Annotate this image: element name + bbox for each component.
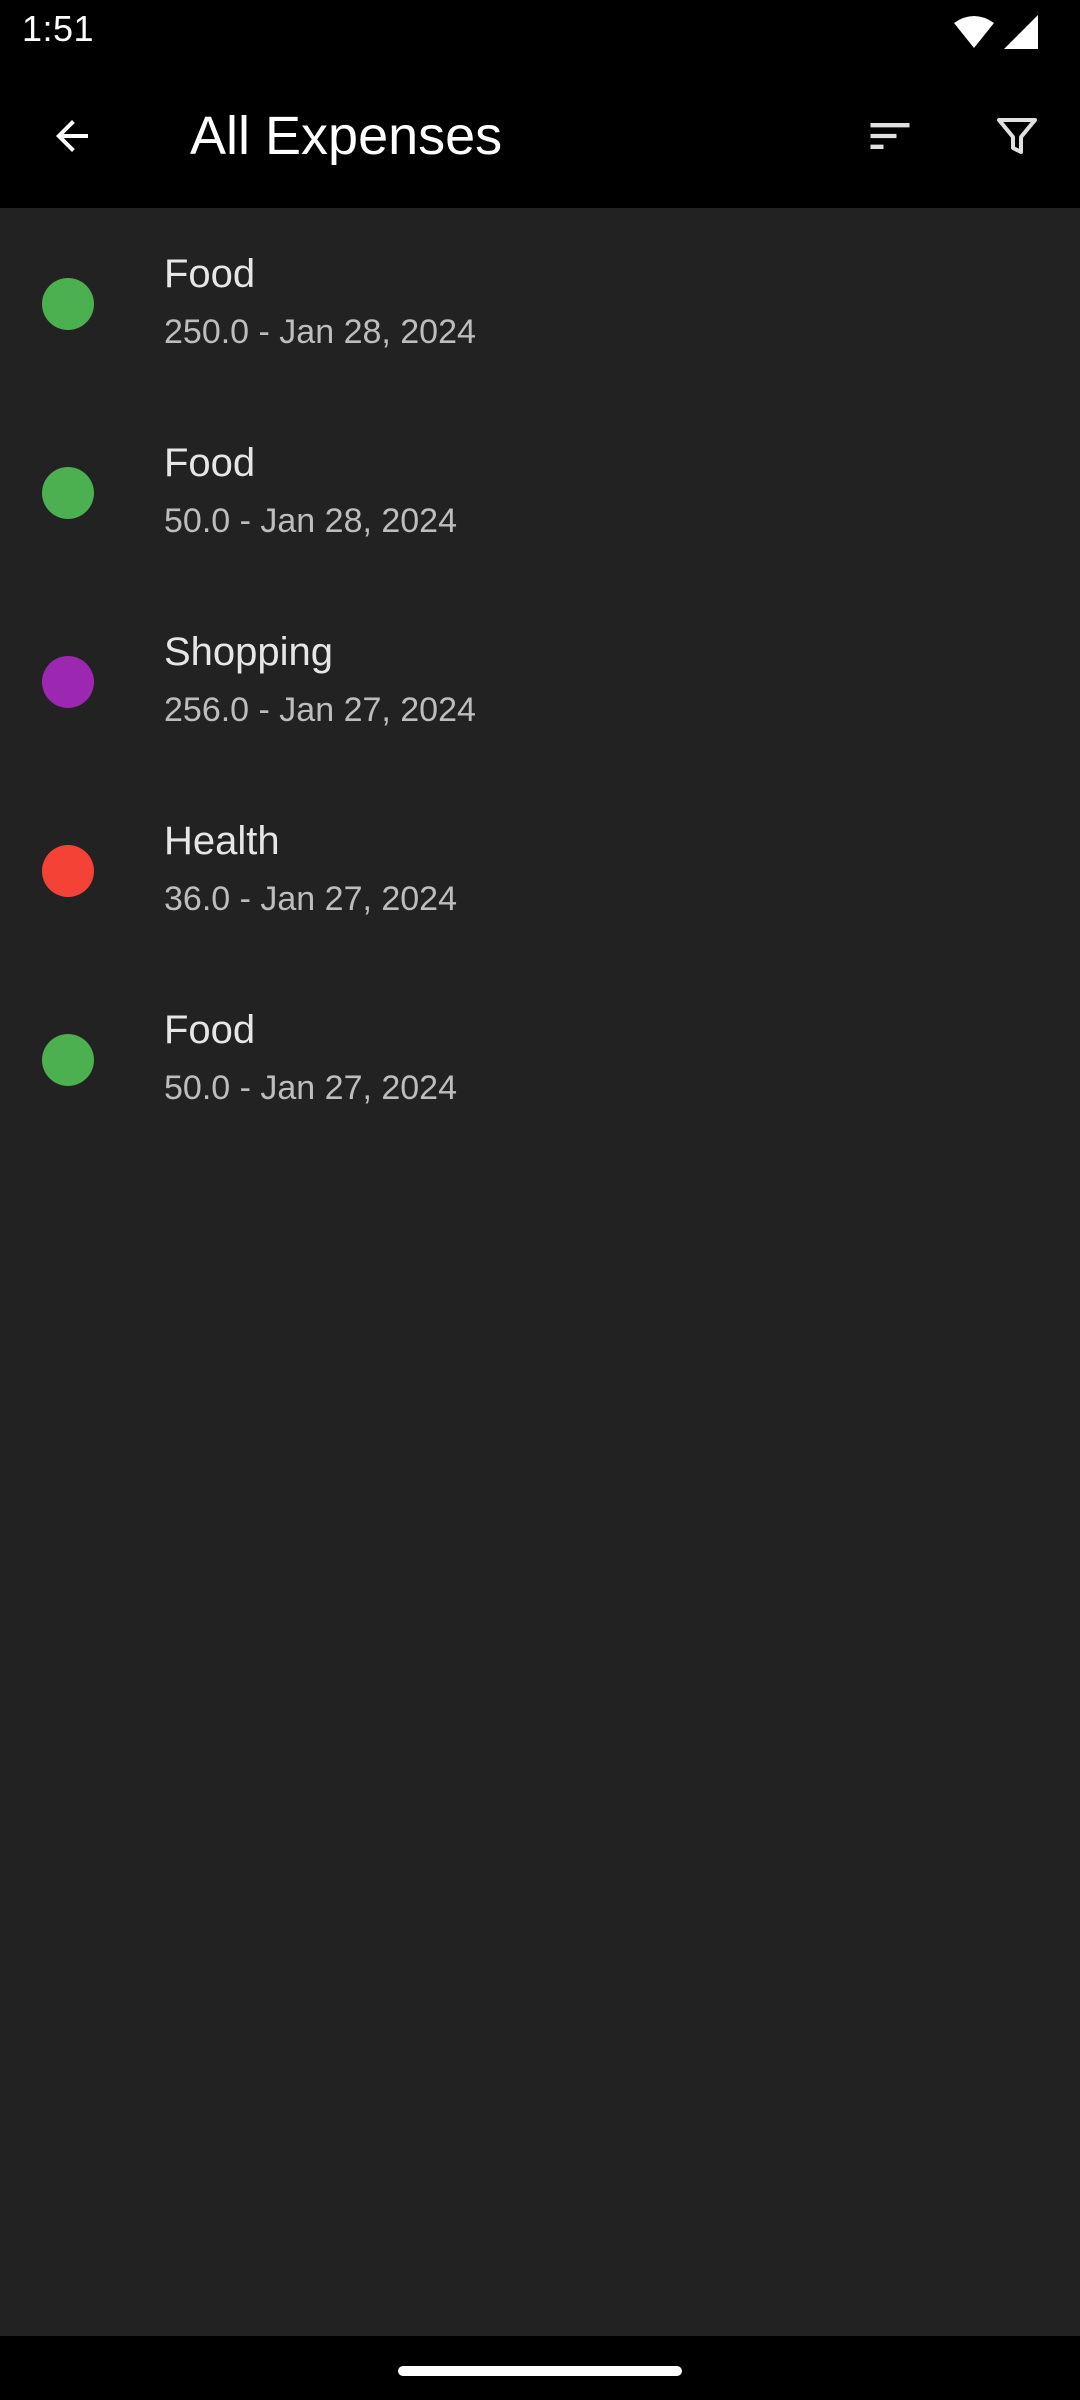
- status-icons: [954, 12, 1038, 52]
- expense-category: Health: [164, 819, 280, 863]
- expense-list: Food 250.0 - Jan 28, 2024 Food 50.0 - Ja…: [0, 208, 1080, 1153]
- status-bar: 1:51: [0, 0, 1080, 62]
- expense-detail: 50.0 - Jan 27, 2024: [164, 1069, 458, 1107]
- category-color-dot: [42, 845, 94, 897]
- expense-category: Shopping: [164, 630, 334, 674]
- expense-category: Food: [164, 1008, 256, 1052]
- status-time: 1:51: [22, 8, 95, 49]
- page-title: All Expenses: [190, 106, 503, 166]
- expenses-screen: 1:51 All Expenses Food 250.0 - Jan 28, 2…: [0, 0, 1080, 2400]
- cellular-signal-icon: [1004, 15, 1038, 49]
- home-gesture-handle[interactable]: [398, 2366, 682, 2376]
- expense-category: Food: [164, 441, 256, 485]
- arrow-back-icon: [56, 120, 88, 152]
- expense-category: Food: [164, 252, 256, 296]
- expense-item[interactable]: Food 50.0 - Jan 28, 2024: [0, 397, 1080, 586]
- category-color-dot: [42, 278, 94, 330]
- filter-button[interactable]: [979, 98, 1055, 174]
- filter-icon: [997, 118, 1037, 154]
- expense-item[interactable]: Shopping 256.0 - Jan 27, 2024: [0, 586, 1080, 775]
- back-button[interactable]: [34, 98, 110, 174]
- expense-item[interactable]: Food 250.0 - Jan 28, 2024: [0, 208, 1080, 397]
- category-color-dot: [42, 467, 94, 519]
- navigation-bar: [0, 2336, 1080, 2400]
- expense-item[interactable]: Food 50.0 - Jan 27, 2024: [0, 964, 1080, 1153]
- expense-item[interactable]: Health 36.0 - Jan 27, 2024: [0, 775, 1080, 964]
- category-color-dot: [42, 656, 94, 708]
- expense-detail: 256.0 - Jan 27, 2024: [164, 691, 476, 729]
- sort-icon: [870, 123, 910, 149]
- expense-detail: 250.0 - Jan 28, 2024: [164, 313, 476, 351]
- expense-detail: 50.0 - Jan 28, 2024: [164, 502, 458, 540]
- wifi-icon: [954, 16, 994, 48]
- app-bar: All Expenses: [0, 62, 1080, 208]
- category-color-dot: [42, 1034, 94, 1086]
- expense-detail: 36.0 - Jan 27, 2024: [164, 880, 458, 918]
- sort-button[interactable]: [852, 98, 928, 174]
